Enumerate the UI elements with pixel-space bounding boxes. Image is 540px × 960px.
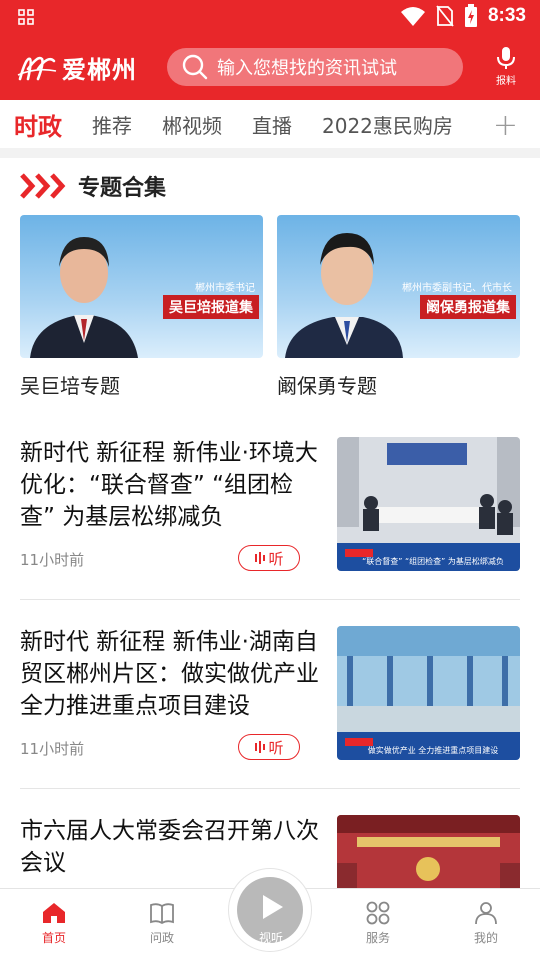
battery-charging-icon xyxy=(464,4,477,27)
news-thumbnail-caption: “联合督查” “组团检查” 为基层松绑减负 xyxy=(362,556,504,566)
tab-recommend[interactable]: 推荐 xyxy=(92,110,132,139)
nav-home[interactable]: 首页 xyxy=(0,889,108,960)
news-item[interactable]: 新时代 新征程 新伟业·环境大优化：“联合督查” “组团检查” 为基层松绑减负 … xyxy=(20,437,520,600)
status-bar: 8:33 xyxy=(0,0,540,36)
search-icon xyxy=(182,54,208,80)
play-icon xyxy=(263,895,283,919)
news-thumbnail xyxy=(337,815,520,888)
logo-mark-icon xyxy=(17,56,57,80)
item-divider xyxy=(20,788,520,789)
tab-live[interactable]: 直播 xyxy=(252,110,292,139)
app-logo[interactable]: 爱郴州 xyxy=(16,50,137,85)
topic-badge: 吴巨培报道集 xyxy=(163,295,259,319)
microphone-icon xyxy=(497,47,515,69)
topic-card[interactable]: 郴州市委书记 吴巨培报道集 吴巨培专题 xyxy=(20,215,263,399)
tab-video[interactable]: 郴视频 xyxy=(162,110,222,139)
factory-image: 做实做优产业 全力推进重点项目建设 xyxy=(337,626,520,760)
topic-card[interactable]: 郴州市委副书记、代市长 阚保勇报道集 阚保勇专题 xyxy=(277,215,520,399)
topic-caption: 阚保勇专题 xyxy=(277,374,377,398)
book-icon xyxy=(150,903,174,925)
topic-caption: 吴巨培专题 xyxy=(20,374,120,398)
nav-services[interactable]: 服务 xyxy=(324,889,432,960)
topic-image: 郴州市委副书记、代市长 阚保勇报道集 xyxy=(277,215,520,358)
nav-label: 我的 xyxy=(473,931,498,945)
search-input[interactable]: 输入您想找的资讯试试 xyxy=(167,48,463,86)
wifi-icon xyxy=(400,7,425,26)
news-text: 新时代 新征程 新伟业·环境大优化：“联合督查” “组团检查” 为基层松绑减负 xyxy=(20,437,320,533)
nav-label: 问政 xyxy=(149,931,174,945)
nav-profile[interactable]: 我的 xyxy=(432,889,540,960)
report-label: 报料 xyxy=(496,76,516,87)
item-divider xyxy=(20,599,520,600)
news-thumbnail-caption: 做实做优产业 全力推进重点项目建设 xyxy=(368,745,499,755)
listen-button[interactable]: 听 xyxy=(238,734,300,760)
section-divider xyxy=(0,148,540,158)
sound-wave-icon xyxy=(255,741,266,753)
clock: 8:33 xyxy=(487,5,526,26)
news-text: 新时代 新征程 新伟业·湖南自贸区郴州片区：做实做优产业 全力推进重点项目建设 xyxy=(20,626,320,722)
topic-badge-subtitle: 郴州市委副书记、代市长 xyxy=(402,283,512,294)
listen-label: 听 xyxy=(268,549,284,568)
listen-label: 听 xyxy=(268,738,284,757)
section-header: 专题合集 xyxy=(20,170,166,202)
listen-button[interactable]: 听 xyxy=(238,545,300,571)
tab-housing[interactable]: 2022惠民购房 xyxy=(322,110,453,139)
news-item[interactable]: 新时代 新征程 新伟业·湖南自贸区郴州片区：做实做优产业 全力推进重点项目建设 … xyxy=(20,626,520,789)
apps-icon xyxy=(18,9,34,25)
topic-cards: 郴州市委书记 吴巨培报道集 吴巨培专题 郴州市委副书记、代市长 阚保勇报道集 阚… xyxy=(20,215,520,399)
topic-badge: 阚保勇报道集 xyxy=(420,295,516,319)
nav-label: 服务 xyxy=(365,931,390,945)
sound-wave-icon xyxy=(255,552,266,564)
app-header: 爱郴州 输入您想找的资讯试试 报料 xyxy=(0,36,540,100)
category-tabs: 时政 推荐 郴视频 直播 2022惠民购房 + xyxy=(0,100,540,148)
grid-icon xyxy=(366,901,390,925)
news-thumbnail: “联合督查” “组团检查” 为基层松绑减负 xyxy=(337,437,520,571)
nav-watch-listen-button[interactable]: 视听 xyxy=(228,868,312,952)
nav-inquiry[interactable]: 问政 xyxy=(108,889,216,960)
news-time: 11小时前 xyxy=(20,740,85,758)
assembly-hall-image xyxy=(337,815,520,888)
news-headline: 新时代 新征程 新伟业·环境大优化：“联合督查” “组团检查” 为基层松绑减负 xyxy=(20,440,318,530)
add-channel-icon[interactable]: + xyxy=(493,108,518,143)
meeting-room-image: “联合督查” “组团检查” 为基层松绑减负 xyxy=(337,437,520,571)
topic-image: 郴州市委书记 吴巨培报道集 xyxy=(20,215,263,358)
report-button[interactable]: 报料 xyxy=(488,46,524,87)
search-placeholder: 输入您想找的资讯试试 xyxy=(217,58,397,79)
app-name: 爱郴州 xyxy=(62,56,137,84)
nav-label: 首页 xyxy=(41,931,66,945)
no-sim-icon xyxy=(436,5,454,27)
section-title: 专题合集 xyxy=(78,176,167,201)
home-icon xyxy=(43,903,65,923)
tab-politics[interactable]: 时政 xyxy=(14,107,62,142)
nav-label: 视听 xyxy=(258,931,283,945)
news-thumbnail: 做实做优产业 全力推进重点项目建设 xyxy=(337,626,520,760)
news-headline: 新时代 新征程 新伟业·湖南自贸区郴州片区：做实做优产业 全力推进重点项目建设 xyxy=(20,629,319,719)
person-icon xyxy=(475,902,497,925)
news-time: 11小时前 xyxy=(20,551,85,569)
triple-chevron-icon xyxy=(20,173,66,199)
topic-badge-subtitle: 郴州市委书记 xyxy=(195,283,255,294)
